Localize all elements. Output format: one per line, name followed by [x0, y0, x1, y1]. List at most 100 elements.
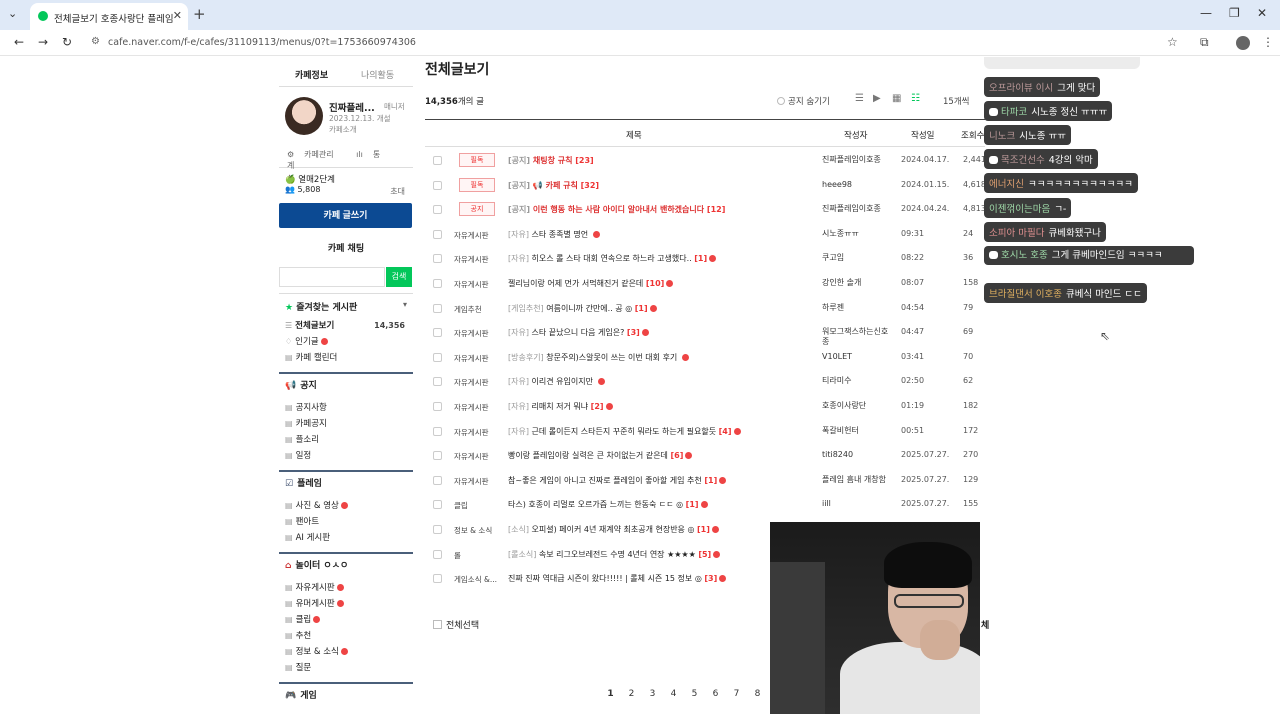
table-row[interactable]: 필독 [공지] 채팅창 규칙 [23] 진짜플레임이호종 2024.04.17. 2,4… — [425, 148, 986, 173]
table-row[interactable]: 클립 타스) 호종이 리멀로 오르가즘 느끼는 한동숙 ㄷㄷ ◎ [1] iill 2… — [425, 492, 985, 517]
row-board[interactable]: 자유게시판 — [454, 402, 489, 413]
row-checkbox[interactable] — [433, 524, 442, 534]
board-question[interactable]: ▤ 질문 — [279, 660, 413, 676]
row-board[interactable]: 게임소식 &... — [454, 574, 497, 585]
table-row[interactable]: 자유게시판 [자유] 스타 종족별 명언 시노종ㅠㅠ 09:31 24 — [425, 222, 985, 247]
post-title-link[interactable]: [자유] 리매치 저거 뭐냐 [2] — [508, 401, 613, 412]
comment-count[interactable]: [1] — [697, 525, 710, 534]
post-author[interactable]: V10LET — [822, 352, 894, 362]
row-board[interactable]: 정보 & 소식 — [454, 525, 492, 536]
row-checkbox[interactable] — [433, 426, 442, 436]
board-flame-sound[interactable]: ▤ 플소리 — [279, 432, 413, 448]
row-board[interactable]: 자유게시판 — [454, 451, 489, 462]
post-title-link[interactable]: [공지] 이런 행동 하는 사람 아이디 알아내서 밴하겠습니다 [12] — [508, 204, 725, 215]
row-checkbox[interactable] — [433, 278, 442, 288]
board-schedule[interactable]: ▤ 일정 — [279, 448, 413, 464]
post-author[interactable]: 플레임 흠내 개창함 — [822, 475, 894, 485]
row-checkbox[interactable] — [433, 377, 442, 387]
site-info-icon[interactable]: ⚙ — [91, 36, 100, 47]
row-checkbox[interactable] — [433, 180, 442, 190]
post-title-link[interactable]: [소식] 오피셜) 페이커 4년 재계약 최초공개 현장반응 ◎ [1] — [508, 524, 719, 535]
page-8[interactable]: 8 — [747, 689, 768, 699]
post-author[interactable]: iill — [822, 499, 894, 509]
post-author[interactable]: 진짜플레임이호종 — [822, 204, 894, 214]
comment-count[interactable]: [12] — [707, 205, 725, 214]
tab-list-icon[interactable]: ⌄ — [8, 7, 17, 20]
row-checkbox[interactable] — [433, 254, 442, 264]
cafe-manager-name[interactable]: 진짜플레... — [329, 100, 375, 114]
post-author[interactable]: 폭갈비헌터 — [822, 426, 894, 436]
table-row[interactable]: 게임추천 [게임추천] 여름이니까 간만에.. 공 ◎ [1] 하루젠 04:54 79 — [425, 296, 985, 321]
row-board[interactable]: 롤 — [454, 550, 461, 561]
row-checkbox[interactable] — [433, 205, 442, 215]
table-row[interactable]: 자유게시판 [방송후기] 창문주의)스알못이 쓰는 이번 대회 후기 V10LET… — [425, 345, 985, 370]
row-board[interactable]: 자유게시판 — [454, 230, 489, 241]
row-checkbox[interactable] — [433, 303, 442, 313]
browser-menu-icon[interactable]: ⋮ — [1262, 35, 1274, 49]
cafe-search-button[interactable]: 검색 — [386, 267, 412, 287]
row-checkbox[interactable] — [433, 549, 442, 559]
browser-tab[interactable]: 전체글보기 호종사랑단 플레임 ✕ — [30, 3, 188, 30]
close-window-icon[interactable]: ✕ — [1257, 6, 1267, 20]
restore-icon[interactable]: ❐ — [1229, 6, 1240, 20]
comment-count[interactable]: [6] — [670, 451, 683, 460]
comment-count[interactable]: [4] — [719, 427, 732, 436]
board-clip[interactable]: ▤ 클립 — [279, 612, 413, 628]
cafe-search-input[interactable] — [279, 267, 385, 287]
post-author[interactable]: 티라미수 — [822, 376, 894, 386]
profile-avatar-icon[interactable] — [1236, 36, 1250, 50]
invite-link[interactable]: 초대 — [390, 186, 405, 197]
post-title-link[interactable]: [공지] 채팅창 규칙 [23] — [508, 155, 594, 166]
board-ai[interactable]: ▤ AI 게시판 — [279, 530, 413, 546]
comment-count[interactable]: [1] — [694, 254, 707, 263]
row-board[interactable]: 자유게시판 — [454, 377, 489, 388]
category-game[interactable]: 🎮 게임 — [279, 682, 413, 706]
row-board[interactable]: 자유게시판 — [454, 328, 489, 339]
table-row[interactable]: 자유게시판 [자유] 근데 롤이든지 스타든지 꾸준히 뭐라도 하는게 필요할듯 … — [425, 419, 985, 444]
comment-count[interactable]: [3] — [627, 328, 640, 337]
close-tab-icon[interactable]: ✕ — [173, 9, 182, 22]
post-author[interactable]: 호종이사랑단 — [822, 401, 894, 411]
row-board[interactable]: 자유게시판 — [454, 353, 489, 364]
row-checkbox[interactable] — [433, 500, 442, 510]
board-free[interactable]: ▤ 자유게시판 — [279, 580, 413, 596]
tab-my-activity[interactable]: 나의활동 — [361, 68, 394, 81]
board-notice[interactable]: ▤ 공지사항 — [279, 400, 413, 416]
row-checkbox[interactable] — [433, 328, 442, 338]
board-info-news[interactable]: ▤ 정보 & 소식 — [279, 644, 413, 660]
post-title-link[interactable]: [공지] 📢 카페 규칙 [32] — [508, 180, 599, 191]
category-playground[interactable]: ⌂ 놀이터 ㅇㅅㅇ — [279, 552, 413, 576]
url-field[interactable]: cafe.naver.com/f-e/cafes/31109113/menus/… — [108, 37, 416, 48]
minimize-icon[interactable]: — — [1200, 6, 1212, 20]
post-title-link[interactable]: [자유] 히오스 롤 스타 대회 연속으로 하느라 고생했다.. [1] — [508, 253, 717, 264]
new-tab-icon[interactable]: + — [193, 5, 206, 23]
page-6[interactable]: 6 — [705, 689, 726, 699]
table-row[interactable]: 자유게시판 [자유] 리매치 저거 뭐냐 [2] 호종이사랑단 01:19 182 — [425, 394, 985, 419]
tab-cafe-info[interactable]: 카페정보 — [295, 68, 328, 81]
row-checkbox[interactable] — [433, 574, 442, 584]
comment-count[interactable]: [2] — [591, 402, 604, 411]
post-title-link[interactable]: [게임추천] 여름이니까 간만에.. 공 ◎ [1] — [508, 303, 657, 314]
hide-notice-toggle[interactable]: 공지 숨기기 — [777, 95, 830, 107]
board-recommend[interactable]: ▤ 추천 — [279, 628, 413, 644]
comment-count[interactable]: [23] — [575, 156, 593, 165]
post-title-link[interactable]: 빵이랑 플레임이랑 실력은 큰 차이없는거 같은데 [6] — [508, 450, 693, 461]
row-checkbox[interactable] — [433, 352, 442, 362]
cafe-chat-link[interactable]: 카페 채팅 — [279, 241, 413, 263]
category-flame[interactable]: ☑ 플레임 — [279, 470, 413, 494]
post-author[interactable]: heee98 — [822, 180, 894, 190]
page-1[interactable]: 1 — [600, 689, 621, 699]
board-cafe-notice[interactable]: ▤ 카페공지 — [279, 416, 413, 432]
cafe-write-button[interactable]: 카페 글쓰기 — [279, 203, 412, 228]
table-row[interactable]: 자유게시판 참~좋은 게임이 아니고 진짜로 플레임이 좋아할 게임 추천 [1]… — [425, 468, 985, 493]
select-all[interactable]: 전체선택 — [433, 618, 479, 631]
cafe-intro-link[interactable]: 카페소개 — [329, 124, 357, 135]
post-title-link[interactable]: [방송후기] 창문주의)스알못이 쓰는 이번 대회 후기 — [508, 352, 689, 363]
reload-icon[interactable]: ↻ — [62, 35, 72, 49]
page-3[interactable]: 3 — [642, 689, 663, 699]
row-board[interactable]: 게임추천 — [454, 304, 482, 315]
board-popular[interactable]: ♢ 인기글 — [279, 334, 413, 350]
row-board[interactable]: 자유게시판 — [454, 427, 489, 438]
comment-count[interactable]: [1] — [635, 304, 648, 313]
table-row[interactable]: 공지 [공지] 이런 행동 하는 사람 아이디 알아내서 밴하겠습니다 [12] 진… — [425, 197, 986, 222]
